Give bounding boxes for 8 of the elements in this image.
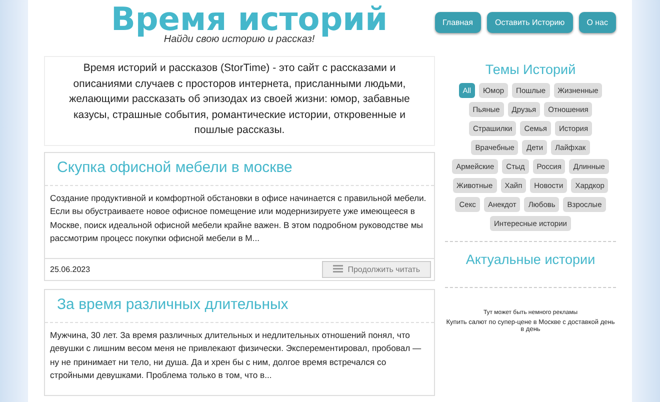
intro-text: Время историй и рассказов (StorTime) - это сайт с рассказами и описаниями случаев с просторов интернета, присланными людьми, желающими рассказать об эпизодах из своей жизни: юмор, забавные казусы, страшные события, романтические истории, откровенные и пошлые рассказы. (44, 56, 435, 146)
read-more-button[interactable]: Продолжить читать (322, 260, 431, 278)
post-date: 25.06.2023 (50, 264, 90, 274)
post-excerpt: Создание продуктивной и комфортной обстановки в офисе начинается с правильной мебели. Если вы обустраиваете новое офисное помещение или модернизируете уже имеющееся в Москве, поиск идеальной офисной мебели крайне важен. В этом подробном руководстве мы рассмотрим процесс покупки офисной мебели в М... (49, 192, 428, 245)
topics-heading: Темы Историй (485, 62, 576, 77)
actual-heading: Актуальные истории (466, 252, 596, 267)
list-icon (332, 265, 343, 273)
post-excerpt: Мужчина, 30 лет. За время различных длительных и недлительных отношений понял, что девушки с лишним весом меня не привлекают физически. Эксперементировал, пробовал — ну не принимает ни тело, ни душа. Да и хрен бы с ним, долгое время встречался со стройными девушками. Проблема только в том, что в... (49, 328, 422, 382)
